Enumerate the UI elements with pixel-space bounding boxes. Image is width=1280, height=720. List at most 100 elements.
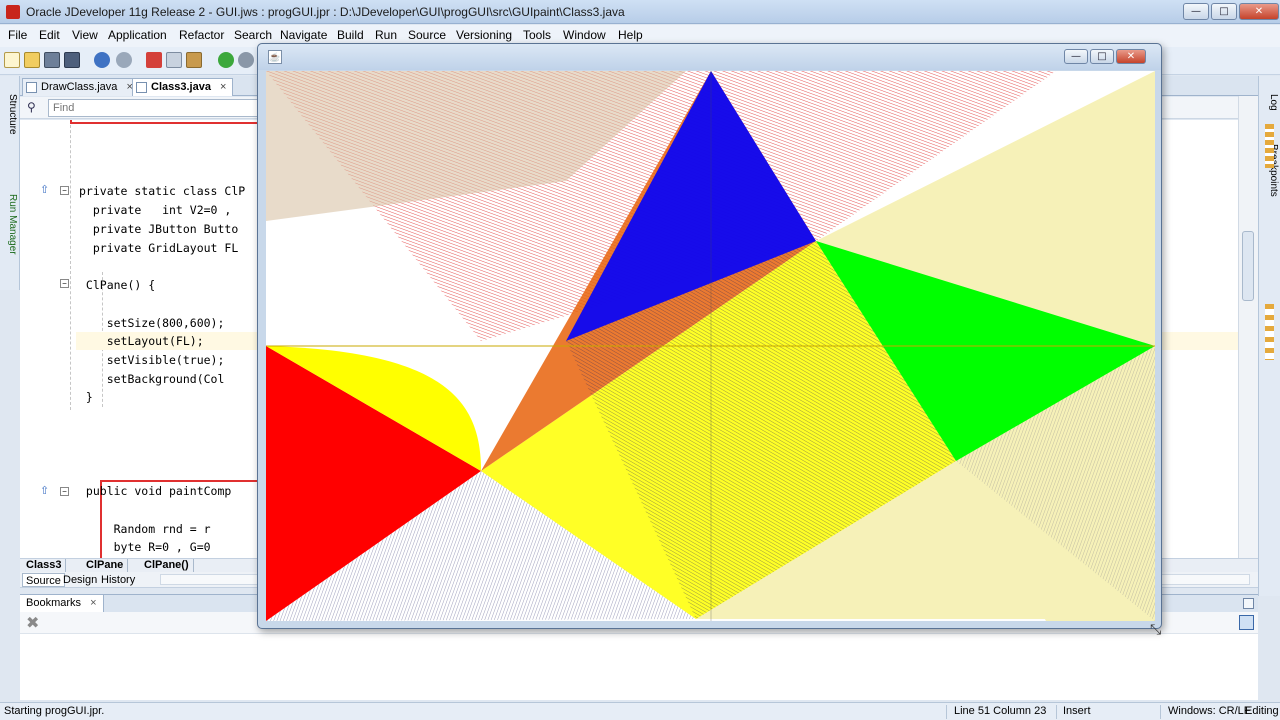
menu-window[interactable]: Window	[563, 28, 606, 42]
status-separator	[1160, 705, 1161, 719]
minimize-button[interactable]: —	[1183, 3, 1209, 20]
resize-cursor-icon: ⤡	[1150, 622, 1162, 638]
menu-view[interactable]: View	[72, 28, 98, 42]
maximize-button[interactable]: □	[1211, 3, 1237, 20]
code-line: private GridLayout FL	[79, 241, 239, 255]
menu-edit[interactable]: Edit	[39, 28, 60, 42]
tab-class3-close[interactable]: ×	[220, 81, 226, 93]
left-dock-strip: Structure Run Manager	[0, 76, 20, 290]
jdeveloper-icon	[6, 5, 20, 19]
paint-canvas[interactable]	[266, 71, 1155, 621]
title-bar: Oracle JDeveloper 11g Release 2 - GUI.jw…	[0, 0, 1280, 24]
menu-help[interactable]: Help	[618, 28, 643, 42]
tab-drawclass[interactable]: DrawClass.java ×	[22, 78, 140, 96]
search-bookmarks-icon[interactable]	[1239, 615, 1254, 630]
java-close-button[interactable]: ✕	[1116, 49, 1146, 64]
fold-toggle[interactable]: −	[60, 186, 69, 195]
status-bar: Starting progGUI.jpr. Line 51 Column 23 …	[0, 702, 1280, 720]
java-file-icon	[26, 82, 37, 93]
breadcrumb-class3[interactable]: Class3	[22, 559, 67, 572]
overview-marks	[1265, 124, 1274, 168]
override-arrow-icon[interactable]: ⇧	[40, 484, 49, 497]
fold-toggle[interactable]: −	[60, 487, 69, 496]
close-button[interactable]: ✕	[1239, 3, 1279, 20]
fold-guide	[70, 120, 71, 410]
save-all-icon[interactable]	[64, 52, 80, 68]
code-line: }	[79, 390, 93, 404]
java-minimize-button[interactable]: —	[1064, 49, 1088, 64]
search-icon[interactable]: ⚲	[27, 100, 36, 114]
code-line: private int V2=0 ,	[79, 203, 232, 217]
run-icon[interactable]	[218, 52, 234, 68]
cut-icon[interactable]	[146, 52, 162, 68]
breadcrumb-clpane-ctor[interactable]: ClPane()	[140, 559, 194, 572]
menu-tools[interactable]: Tools	[523, 28, 551, 42]
fold-toggle[interactable]: −	[60, 279, 69, 288]
java-file-icon	[136, 82, 147, 93]
menu-application[interactable]: Application	[108, 28, 167, 42]
code-line: ClPane() {	[79, 278, 156, 292]
window-title: Oracle JDeveloper 11g Release 2 - GUI.jw…	[26, 5, 625, 19]
delete-bookmark-icon[interactable]: ✖	[26, 613, 39, 632]
status-message: Starting progGUI.jpr.	[4, 705, 105, 717]
right-dock-strip: Log Breakpoints	[1258, 76, 1280, 596]
run-manager-tab[interactable]: Run Manager	[2, 194, 18, 255]
bookmarks-close[interactable]: ×	[90, 597, 96, 609]
menu-search[interactable]: Search	[234, 28, 272, 42]
code-line: public void paintComp	[79, 484, 232, 498]
code-line: setBackground(Col	[79, 372, 225, 386]
tab-history[interactable]: History	[98, 573, 138, 587]
menu-source[interactable]: Source	[408, 28, 446, 42]
undo-icon[interactable]	[94, 52, 110, 68]
status-editing: Editing	[1245, 705, 1279, 717]
save-icon[interactable]	[44, 52, 60, 68]
status-position: Line 51 Column 23	[954, 705, 1047, 717]
bookmarks-tab-label: Bookmarks	[26, 597, 82, 609]
tab-class3[interactable]: Class3.java ×	[132, 78, 234, 96]
override-arrow-icon[interactable]: ⇧	[40, 183, 49, 196]
bookmarks-tab[interactable]: Bookmarks ×	[20, 595, 104, 613]
status-separator	[946, 705, 947, 719]
paste-icon[interactable]	[186, 52, 202, 68]
overview-marks-lower	[1265, 304, 1274, 360]
java-window-titlebar[interactable]: ☕ — □ ✕	[258, 44, 1161, 70]
bookmarks-list	[20, 634, 1258, 700]
method-highlight-box	[70, 120, 260, 124]
editor-vertical-scrollbar[interactable]	[1238, 96, 1258, 572]
code-line: private JButton Butto	[79, 222, 239, 236]
structure-tab[interactable]: Structure	[2, 94, 18, 135]
redo-icon[interactable]	[116, 52, 132, 68]
menu-navigate[interactable]: Navigate	[280, 28, 327, 42]
menu-build[interactable]: Build	[337, 28, 364, 42]
copy-icon[interactable]	[166, 52, 182, 68]
menu-refactor[interactable]: Refactor	[179, 28, 224, 42]
panel-minimize-icon[interactable]	[1243, 598, 1254, 609]
tab-drawclass-label: DrawClass.java	[41, 81, 118, 93]
status-insert-mode: Insert	[1063, 705, 1091, 717]
find-input[interactable]	[48, 99, 276, 117]
status-separator	[1056, 705, 1057, 719]
debug-icon[interactable]	[238, 52, 254, 68]
java-app-window[interactable]: ☕ — □ ✕	[257, 43, 1162, 629]
java-maximize-button[interactable]: □	[1090, 49, 1114, 64]
tab-class3-label: Class3.java	[151, 81, 211, 93]
code-line: setLayout(FL);	[79, 334, 204, 348]
menu-versioning[interactable]: Versioning	[456, 28, 512, 42]
line-art-drawing	[266, 71, 1155, 621]
open-folder-icon[interactable]	[24, 52, 40, 68]
breadcrumb-clpane[interactable]: ClPane	[82, 559, 129, 572]
tab-source[interactable]: Source	[22, 573, 65, 587]
code-line: Random rnd = r	[79, 522, 211, 536]
code-line: byte R=0 , G=0	[79, 540, 211, 554]
code-line: private static class ClP	[79, 184, 246, 198]
menu-run[interactable]: Run	[375, 28, 397, 42]
java-cup-icon: ☕	[268, 50, 282, 64]
code-line: setVisible(true);	[79, 353, 225, 367]
scrollbar-thumb[interactable]	[1242, 231, 1254, 301]
new-file-icon[interactable]	[4, 52, 20, 68]
tab-design[interactable]: Design	[60, 573, 100, 587]
log-tab[interactable]: Log	[1263, 94, 1279, 111]
status-line-endings: Windows: CR/LF	[1168, 705, 1251, 717]
code-line: setSize(800,600);	[79, 316, 225, 330]
menu-file[interactable]: File	[8, 28, 27, 42]
